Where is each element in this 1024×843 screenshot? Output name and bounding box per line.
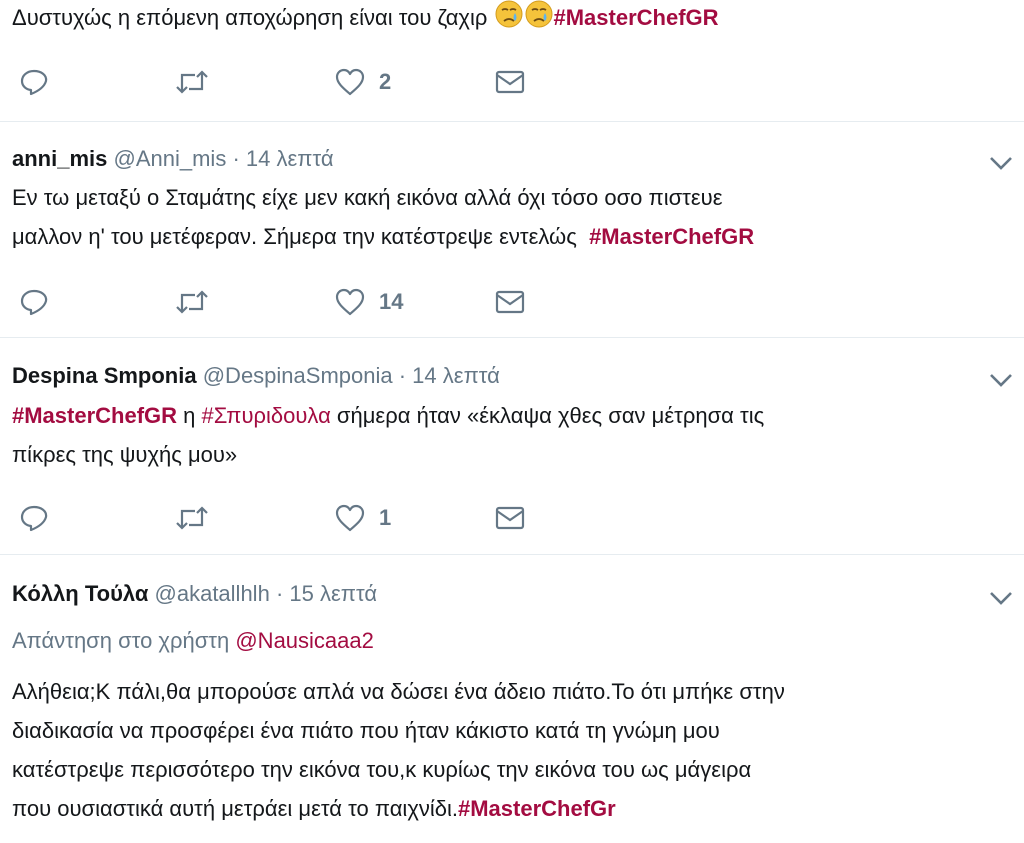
tweet-4: Κόλλη Τούλα @akatallhlh · 15 λεπτά Απάντ… [0, 555, 1024, 843]
reply-mention-link[interactable]: @Nausicaaa2 [235, 628, 374, 653]
reply-context: Απάντηση στο χρήστη @Nausicaaa2 [12, 628, 374, 653]
author-handle[interactable]: @DespinaSmponia [203, 363, 393, 388]
tweet-text: Δυστυχώς η επόμενη αποχώρηση είναι του ζ… [12, 0, 994, 37]
retweet-button[interactable] [175, 282, 209, 322]
retweet-button[interactable] [175, 62, 209, 102]
dm-icon [495, 506, 525, 530]
reply-icon [20, 505, 48, 532]
tweet-header: Despina Smponia @DespinaSmponia · 14 λεπ… [12, 363, 500, 389]
chevron-down-icon[interactable] [988, 155, 1014, 171]
hashtag-link[interactable]: #Σπυριδουλα [202, 403, 331, 428]
like-icon [335, 288, 365, 316]
like-count: 2 [379, 69, 392, 94]
hashtag-link[interactable]: #MasterChefGR [554, 5, 719, 30]
tweet-actions: 1 [0, 498, 560, 538]
tweet-time[interactable]: · 14 λεπτά [232, 146, 333, 171]
dm-button[interactable] [495, 62, 525, 102]
tweet-text: Εν τω μεταξύ ο Σταμάτης είχε μεν κακή ει… [12, 185, 755, 249]
like-button[interactable]: 1 [335, 498, 391, 538]
retweet-icon [176, 506, 208, 530]
author-handle[interactable]: @Anni_mis [114, 146, 227, 171]
like-button[interactable]: 14 [335, 282, 403, 322]
retweet-icon [176, 70, 208, 94]
dm-icon [495, 70, 525, 94]
retweet-icon [176, 290, 208, 314]
reply-button[interactable] [20, 62, 48, 102]
chevron-down-icon[interactable] [988, 372, 1014, 388]
tweet-time[interactable]: · 14 λεπτά [399, 363, 500, 388]
tweet-header: anni_mis @Anni_mis · 14 λεπτά [12, 146, 334, 172]
like-icon [335, 68, 365, 96]
tweet-time[interactable]: · 15 λεπτά [276, 581, 377, 606]
reply-button[interactable] [20, 498, 48, 538]
reply-icon [20, 69, 48, 96]
hashtag-link[interactable]: #MasterChefGR [589, 224, 754, 249]
like-count: 14 [379, 289, 404, 314]
like-button[interactable]: 2 [335, 62, 391, 102]
retweet-button[interactable] [175, 498, 209, 538]
tweet-actions: 2 [0, 62, 560, 102]
tweet-text: Αλήθεια;Κ πάλι,θα μπορούσε απλά να δώσει… [12, 679, 785, 821]
author-name[interactable]: Despina Smponia [12, 363, 197, 388]
dm-button[interactable] [495, 282, 525, 322]
tweet-2: anni_mis @Anni_mis · 14 λεπτά Εν τω μετα… [0, 122, 1024, 337]
like-count: 1 [379, 505, 392, 530]
tweet-header: Κόλλη Τούλα @akatallhlh · 15 λεπτά [12, 581, 377, 607]
hashtag-link[interactable]: #MasterChefGR [12, 403, 177, 428]
reply-icon [20, 289, 48, 316]
author-name[interactable]: Κόλλη Τούλα [12, 581, 148, 606]
dm-button[interactable] [495, 498, 525, 538]
tweet-text: #MasterChefGR η #Σπυριδουλα σήμερα ήταν … [12, 403, 765, 467]
tweet-1: Δυστυχώς η επόμενη αποχώρηση είναι του ζ… [0, 0, 1024, 120]
chevron-down-icon[interactable] [988, 590, 1014, 606]
author-handle[interactable]: @akatallhlh [155, 581, 270, 606]
author-name[interactable]: anni_mis [12, 146, 107, 171]
hashtag-link[interactable]: #MasterChefGr [458, 796, 616, 821]
dm-icon [495, 290, 525, 314]
crying-face-emoji [495, 0, 522, 28]
crying-face-emoji [525, 0, 552, 28]
tweet-3: Despina Smponia @DespinaSmponia · 14 λεπ… [0, 338, 1024, 553]
like-icon [335, 504, 365, 532]
reply-button[interactable] [20, 282, 48, 322]
tweet-actions: 14 [0, 282, 560, 322]
